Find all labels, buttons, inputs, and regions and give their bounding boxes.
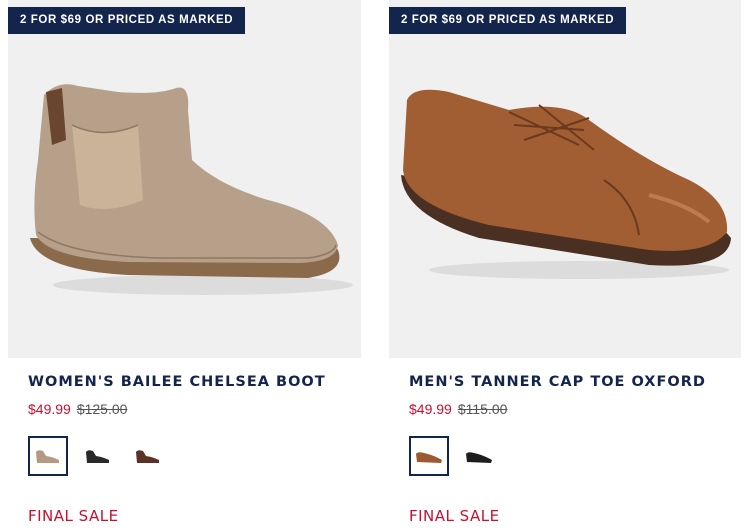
product-card[interactable]: 2 FOR $69 OR PRICED AS MARKED WOMEN'S BA…: [8, 0, 361, 531]
black-shoe-icon: [86, 450, 109, 463]
color-swatch-black[interactable]: [459, 436, 499, 476]
original-price: $115.00: [457, 401, 508, 417]
color-swatch-brown[interactable]: [128, 436, 168, 476]
product-title[interactable]: WOMEN'S BAILEE CHELSEA BOOT: [28, 372, 351, 392]
price-row: $49.99 $115.00: [409, 400, 731, 418]
final-sale-label: FINAL SALE: [28, 507, 119, 525]
original-price: $125.00: [76, 401, 128, 417]
cap-toe-oxford-image[interactable]: [389, 0, 741, 358]
product-title[interactable]: MEN'S TANNER CAP TOE OXFORD: [409, 372, 731, 392]
sale-price: $49.99: [28, 401, 71, 417]
product-card[interactable]: 2 FOR $69 OR PRICED AS MARKED MEN'S TANN…: [389, 0, 741, 531]
color-swatch-tan[interactable]: [409, 436, 449, 476]
brown-shoe-icon: [136, 450, 159, 463]
promo-badge: 2 FOR $69 OR PRICED AS MARKED: [8, 7, 246, 34]
price-row: $49.99 $125.00: [28, 400, 351, 418]
color-swatches: [28, 436, 351, 476]
color-swatch-black[interactable]: [78, 436, 118, 476]
product-image-area[interactable]: 2 FOR $69 OR PRICED AS MARKED: [389, 0, 741, 358]
tan-shoe-icon: [36, 450, 59, 463]
promo-badge: 2 FOR $69 OR PRICED AS MARKED: [389, 7, 627, 34]
tan-oxford-icon: [416, 452, 442, 463]
color-swatches: [409, 436, 731, 476]
color-swatch-tan[interactable]: [28, 436, 68, 476]
sale-price: $49.99: [409, 401, 452, 417]
black-oxford-icon: [466, 452, 492, 463]
chelsea-boot-image[interactable]: [8, 0, 361, 358]
product-image-area[interactable]: 2 FOR $69 OR PRICED AS MARKED: [8, 0, 361, 358]
final-sale-label: FINAL SALE: [409, 507, 500, 525]
